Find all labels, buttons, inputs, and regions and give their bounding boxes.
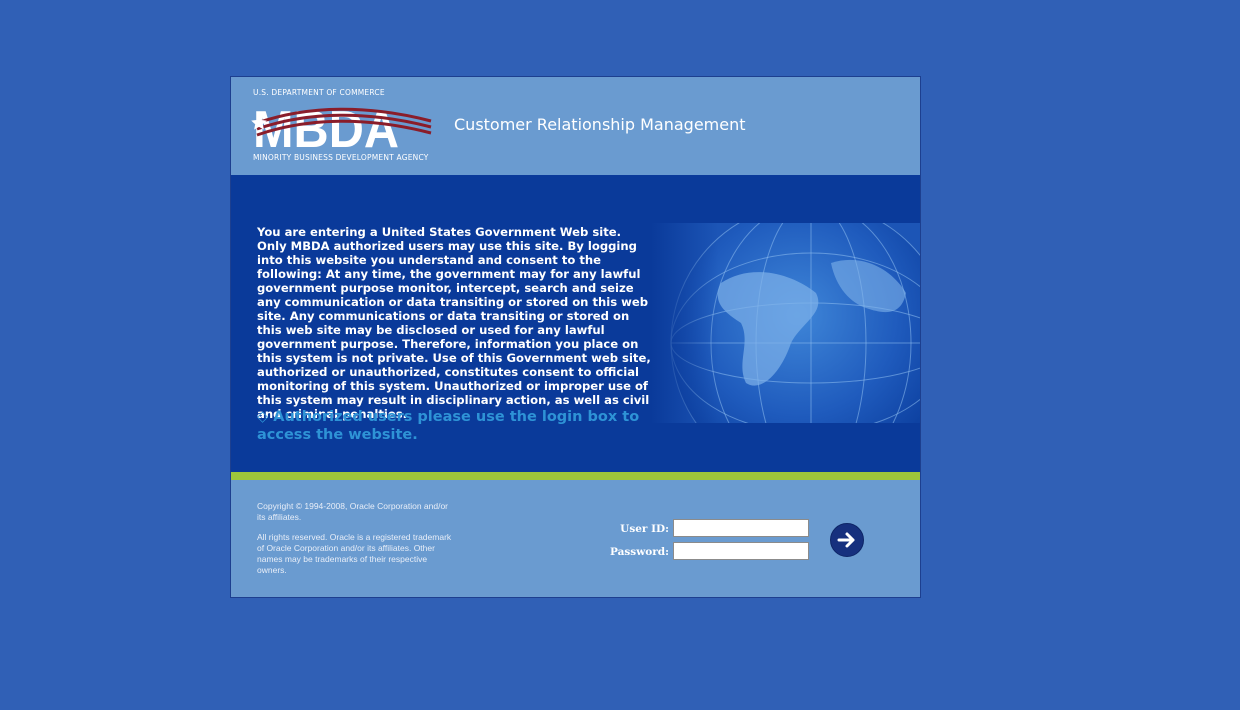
logo-department-text: U.S. DEPARTMENT OF COMMERCE bbox=[253, 88, 385, 97]
mbda-logo: U.S. DEPARTMENT OF COMMERCE MBDA MINORIT… bbox=[249, 87, 479, 165]
legal-notice-text: You are entering a United States Governm… bbox=[257, 225, 651, 421]
mbda-logo-mark: MBDA bbox=[251, 101, 432, 153]
panel-header: U.S. DEPARTMENT OF COMMERCE MBDA MINORIT… bbox=[231, 77, 920, 175]
logo-agency-text: MINORITY BUSINESS DEVELOPMENT AGENCY bbox=[253, 153, 429, 162]
panel-footer: Copyright © 1994-2008, Oracle Corporatio… bbox=[231, 480, 920, 597]
legal-footer: Copyright © 1994-2008, Oracle Corporatio… bbox=[257, 501, 457, 585]
globe-image bbox=[651, 223, 920, 423]
user-id-input[interactable] bbox=[673, 519, 809, 537]
password-input[interactable] bbox=[673, 542, 809, 560]
login-callout-text: Authorized users please use the login bo… bbox=[257, 409, 640, 443]
notice-band: You are entering a United States Governm… bbox=[231, 175, 920, 472]
login-callout: ◇ Authorized users please use the login … bbox=[257, 408, 651, 444]
copyright-text: Copyright © 1994-2008, Oracle Corporatio… bbox=[257, 501, 449, 522]
login-panel: U.S. DEPARTMENT OF COMMERCE MBDA MINORIT… bbox=[230, 76, 921, 598]
diamond-bullet-icon: ◇ bbox=[257, 409, 269, 425]
login-submit-button[interactable] bbox=[830, 523, 864, 557]
accent-stripe bbox=[231, 472, 920, 480]
user-id-label: User ID: bbox=[620, 523, 669, 535]
password-label: Password: bbox=[609, 546, 669, 558]
trademark-text: All rights reserved. Oracle is a registe… bbox=[257, 532, 452, 575]
app-title: Customer Relationship Management bbox=[454, 115, 746, 134]
arrow-right-icon bbox=[837, 532, 855, 548]
